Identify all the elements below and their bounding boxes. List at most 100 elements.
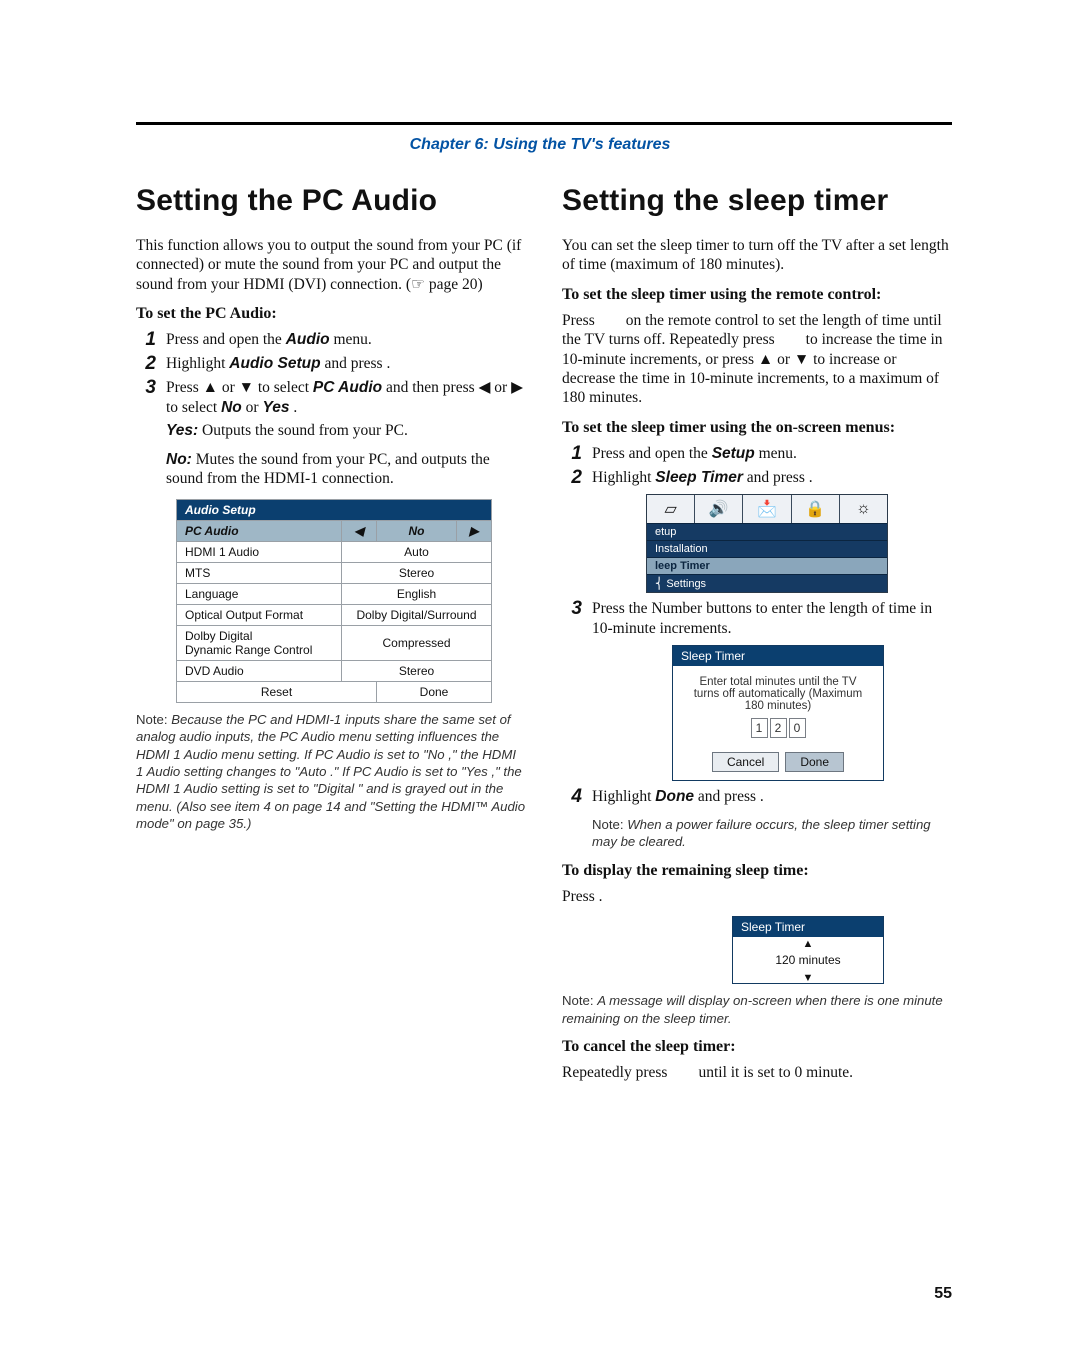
up-arrow-icon[interactable]: ▲ (733, 937, 883, 949)
digit: 0 (789, 718, 806, 738)
menu-item-sleep-timer[interactable]: leep Timer (647, 557, 887, 574)
done-button[interactable]: Done (377, 681, 492, 702)
digit-input[interactable]: 1 2 0 (751, 718, 806, 738)
setup-tab-icon[interactable]: ▱ (647, 495, 695, 523)
text: Highlight (592, 788, 655, 805)
sleep-timer-dialog: Sleep Timer Enter total minutes until th… (672, 645, 884, 781)
step-text: Press the Number buttons to enter the le… (592, 599, 952, 639)
text: and open the (629, 445, 712, 462)
yes-label: Yes: (166, 422, 198, 439)
right-sub2: To set the sleep timer using the on-scre… (562, 418, 952, 438)
right-title: Setting the sleep timer (562, 184, 952, 218)
dialog-title: Sleep Timer (733, 917, 883, 937)
row-label[interactable]: Optical Output Format (177, 604, 342, 625)
text: or (246, 399, 263, 416)
row-value: English (342, 583, 492, 604)
digit: 2 (770, 718, 787, 738)
setup-menu-illustration: ▱ 🔊 📩 🔒 ☼ etup Installation leep Timer ⎨… (646, 494, 888, 593)
mail-tab-icon[interactable]: 📩 (743, 495, 791, 523)
right-intro: You can set the sleep timer to turn off … (562, 236, 952, 275)
audio-tab-icon[interactable]: 🔊 (695, 495, 743, 523)
menu-name: Setup (712, 445, 755, 462)
row-value: Compressed (342, 625, 492, 660)
columns: Setting the PC Audio This function allow… (136, 184, 952, 1092)
step-number: 2 (562, 468, 582, 489)
digit: 1 (751, 718, 768, 738)
step-number: 4 (562, 787, 582, 808)
right-step-3: 3 Press the Number buttons to enter the … (562, 599, 952, 639)
note-step4: Note: When a power failure occurs, the s… (592, 816, 952, 851)
row-label[interactable]: PC Audio (177, 520, 342, 541)
dialog-title: Sleep Timer (673, 646, 883, 666)
text: and press (698, 788, 760, 805)
left-step-3: 3 Press ▲ or ▼ to select PC Audio and th… (136, 378, 526, 418)
text: Press ▲ or ▼ to select (166, 379, 313, 396)
text: . (809, 469, 813, 486)
note-lead: Note: (562, 993, 597, 1008)
done-button[interactable]: Done (785, 752, 844, 772)
menu-item: Sleep Timer (655, 469, 743, 486)
text: . (599, 888, 603, 905)
yes-text: Outputs the sound from your PC. (202, 422, 408, 439)
menu-item-setup[interactable]: etup (647, 523, 887, 540)
reset-button[interactable]: Reset (177, 681, 377, 702)
menu-item-settings[interactable]: ⎨ Settings (647, 574, 887, 592)
row-label[interactable]: Language (177, 583, 342, 604)
right-para1: Press on the remote control to set the l… (562, 311, 952, 408)
done-keyword: Done (655, 788, 694, 805)
option-no: No (221, 399, 242, 416)
row-label[interactable]: DVD Audio (177, 660, 342, 681)
left-title: Setting the PC Audio (136, 184, 526, 218)
remaining-value: 120 minutes (733, 949, 883, 971)
note-body: Because the PC and HDMI-1 inputs share t… (136, 712, 525, 832)
left-sub: To set the PC Audio: (136, 304, 526, 324)
no-label: No: (166, 451, 192, 468)
menu-item: Audio Setup (229, 355, 320, 372)
text: menu. (759, 445, 797, 462)
text: menu. (333, 331, 371, 348)
cancel-text: Repeatedly press until it is set to 0 mi… (562, 1063, 952, 1082)
text: Highlight (166, 355, 229, 372)
note-body: A message will display on-screen when th… (562, 993, 943, 1025)
left-step-1: 1 Press and open the Audio menu. (136, 330, 526, 351)
menu-name: Audio (286, 331, 330, 348)
step-number: 3 (136, 378, 156, 399)
chapter-heading: Chapter 6: Using the TV's features (0, 136, 1080, 154)
row-label[interactable]: Dolby Digital Dynamic Range Control (177, 625, 342, 660)
text: Press (562, 888, 599, 905)
left-step-2: 2 Highlight Audio Setup and press . (136, 354, 526, 375)
dialog-line: 180 minutes) (681, 700, 875, 712)
text: and press (747, 469, 809, 486)
lock-tab-icon[interactable]: 🔒 (792, 495, 840, 523)
right-step-2: 2 Highlight Sleep Timer and press . (562, 468, 952, 489)
no-text: Mutes the sound from your PC, and output… (166, 451, 490, 487)
right-step-1: 1 Press and open the Setup menu. (562, 444, 952, 465)
row-value: No (377, 520, 457, 541)
label-text: Settings (666, 578, 706, 590)
gear-tab-icon[interactable]: ☼ (840, 495, 887, 523)
text: Press (166, 331, 203, 348)
text: and open the (203, 331, 286, 348)
note-lead: Note: (136, 712, 171, 727)
step-number: 1 (562, 444, 582, 465)
text: . (386, 355, 390, 372)
note-message: Note: A message will display on-screen w… (562, 992, 952, 1027)
right-column: Setting the sleep timer You can set the … (562, 184, 952, 1092)
text: Press (592, 445, 629, 462)
left-arrow-icon[interactable]: ◀ (342, 520, 377, 541)
page-number: 55 (934, 1285, 952, 1303)
row-value: Dolby Digital/Surround (342, 604, 492, 625)
option-yes: Yes (262, 399, 289, 416)
row-label[interactable]: HDMI 1 Audio (177, 541, 342, 562)
row-label[interactable]: MTS (177, 562, 342, 583)
left-note: Note: Because the PC and HDMI-1 inputs s… (136, 711, 526, 833)
page: Chapter 6: Using the TV's features Setti… (0, 0, 1080, 1349)
cancel-button[interactable]: Cancel (712, 752, 779, 772)
menu-item-installation[interactable]: Installation (647, 540, 887, 557)
dialog-line: turns off automatically (Maximum (681, 688, 875, 700)
row-value: Stereo (342, 562, 492, 583)
note-body: When a power failure occurs, the sleep t… (592, 817, 931, 849)
note-lead: Note: (592, 817, 627, 832)
down-arrow-icon[interactable]: ▼ (733, 971, 883, 983)
right-arrow-icon[interactable]: ▶ (457, 520, 492, 541)
